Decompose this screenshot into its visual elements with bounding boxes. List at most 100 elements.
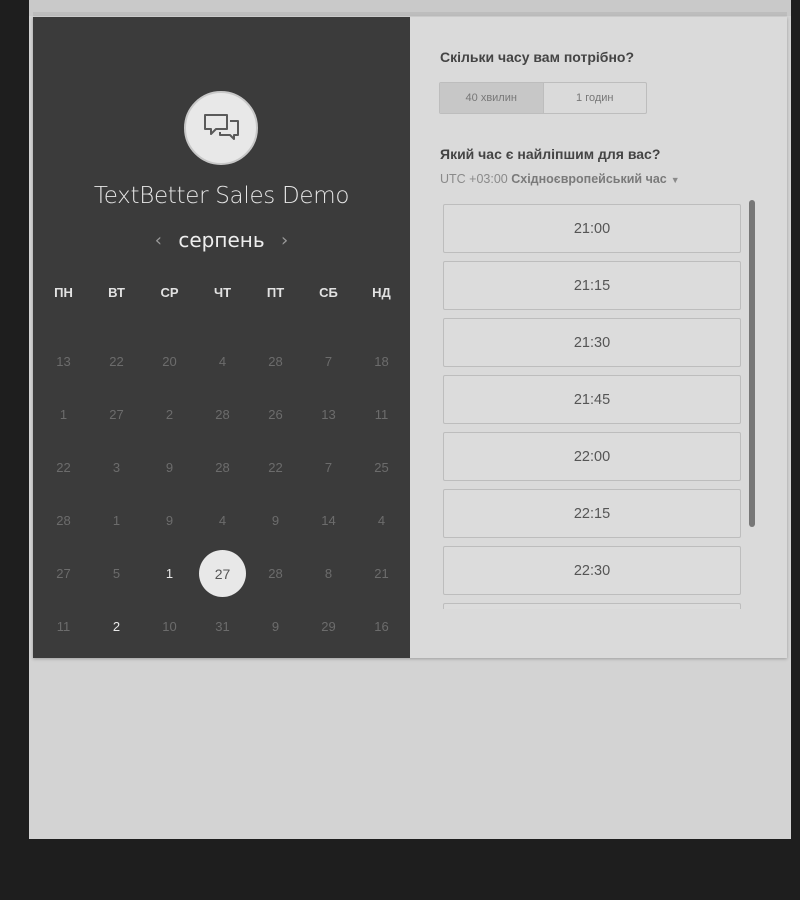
chevron-right-icon[interactable]: › [275,230,295,251]
calendar-day: 27 [37,547,90,600]
month-navigation: ‹ серпень › [33,228,410,252]
caret-down-icon: ▼ [670,175,680,185]
calendar-day: 7 [302,335,355,388]
calendar-day-number: 22 [109,354,124,369]
calendar-day: 4 [196,494,249,547]
calendar-day-number: 28 [215,460,230,475]
calendar-day-number: 31 [215,619,230,634]
time-slot-button[interactable] [443,603,741,609]
calendar-day: 26 [249,388,302,441]
calendar-day-number: 8 [324,566,333,581]
calendar-day: 1 [37,388,90,441]
calendar-day-number: 2 [112,619,121,634]
timezone-offset: UTC +03:00 [440,172,508,186]
calendar-day-number: 11 [374,407,389,422]
calendar-day-number: 28 [56,513,71,528]
timezone-name: Східноєвропейський час [511,172,667,186]
calendar-day: 22 [249,441,302,494]
calendar-day: 9 [143,494,196,547]
calendar-day-number: 10 [162,619,177,634]
calendar-day-number: 21 [374,566,389,581]
chat-bubbles-icon [204,114,239,140]
time-slot-button[interactable]: 22:15 [443,489,741,538]
calendar-day: 31 [196,600,249,653]
calendar-day: 11 [37,600,90,653]
calendar-day[interactable]: 2 [90,600,143,653]
calendar-day-number: 28 [268,354,283,369]
calendar-day[interactable]: 1 [143,547,196,600]
calendar-day-number: 7 [324,460,333,475]
calendar-day: 22 [90,335,143,388]
calendar-day: 9 [249,600,302,653]
time-question: Який час є найліпшим для вас? [440,146,661,162]
calendar-day: 13 [302,388,355,441]
header-edge [29,0,791,16]
calendar-day: 4 [355,494,408,547]
weekday-label: ПТ [266,285,285,300]
month-label: серпень [178,228,265,252]
calendar-day-number: 27 [199,550,246,597]
time-slot-button[interactable]: 21:30 [443,318,741,367]
weekday-label: СБ [319,285,338,300]
logo [184,91,258,165]
calendar-day: 28 [196,388,249,441]
calendar-day: 28 [249,335,302,388]
calendar-day-number: 22 [268,460,283,475]
calendar-day-number: 25 [374,460,389,475]
timezone-selector[interactable]: UTC +03:00 Східноєвропейський час ▼ [440,172,680,186]
calendar-day: 3 [90,441,143,494]
calendar-day-number: 11 [56,619,71,634]
calendar-day-number: 1 [112,513,121,528]
calendar-day-number: 2 [165,407,174,422]
time-slot-button[interactable]: 22:30 [443,546,741,595]
calendar-day: 4 [196,335,249,388]
calendar-day: 14 [302,494,355,547]
calendar-day-number: 14 [321,513,336,528]
duration-option-40min[interactable]: 40 хвилин [440,83,544,113]
calendar-day: 5 [90,547,143,600]
weekday-header: ПН ВТ СР ЧТ ПТ СБ НД [37,285,408,300]
calendar-day: 13 [37,335,90,388]
time-slot-button[interactable]: 21:00 [443,204,741,253]
chevron-left-icon[interactable]: ‹ [148,230,168,251]
calendar-day-number: 20 [162,354,177,369]
booking-panel: Скільки часу вам потрібно? 40 хвилин 1 г… [410,17,787,658]
calendar-day-number: 9 [271,513,280,528]
calendar-day: 1 [90,494,143,547]
weekday-label: ЧТ [213,285,232,300]
calendar-day: 10 [143,600,196,653]
calendar-day: 25 [355,441,408,494]
calendar-day: 18 [355,335,408,388]
calendar-day-number: 9 [271,619,280,634]
weekday-label: СР [160,285,179,300]
calendar-day-number: 4 [377,513,386,528]
slot-list-scrollbar[interactable] [749,200,755,527]
calendar-day-number: 27 [109,407,124,422]
calendar-day-number: 22 [56,460,71,475]
duration-option-1h[interactable]: 1 годин [544,83,647,113]
calendar-day: 28 [249,547,302,600]
calendar-day: 9 [249,494,302,547]
time-slot-button[interactable]: 21:15 [443,261,741,310]
weekday-label: НД [372,285,391,300]
weekday-label: ВТ [108,285,125,300]
weekday-label: ПН [54,285,73,300]
calendar-day-number: 29 [321,619,336,634]
calendar-day: 11 [355,388,408,441]
calendar-day-number: 3 [112,460,121,475]
duration-selector: 40 хвилин 1 годин [439,82,647,114]
time-slot-button[interactable]: 21:45 [443,375,741,424]
time-slot-button[interactable]: 22:00 [443,432,741,481]
page-background: TextBetter Sales Demo ‹ серпень › ПН ВТ СР ЧТ… [29,0,791,839]
calendar-day: 21 [355,547,408,600]
calendar-day-number: 28 [215,407,230,422]
calendar-day-number: 9 [165,513,174,528]
calendar-day: 9 [143,441,196,494]
calendar-day: 8 [302,547,355,600]
calendar-day-number: 13 [56,354,71,369]
calendar-day-selected[interactable]: 27 [196,547,249,600]
event-title: TextBetter Sales Demo [93,183,350,209]
scheduler-card: TextBetter Sales Demo ‹ серпень › ПН ВТ СР ЧТ… [33,17,787,658]
calendar-day: 28 [196,441,249,494]
calendar-day-number: 26 [268,407,283,422]
